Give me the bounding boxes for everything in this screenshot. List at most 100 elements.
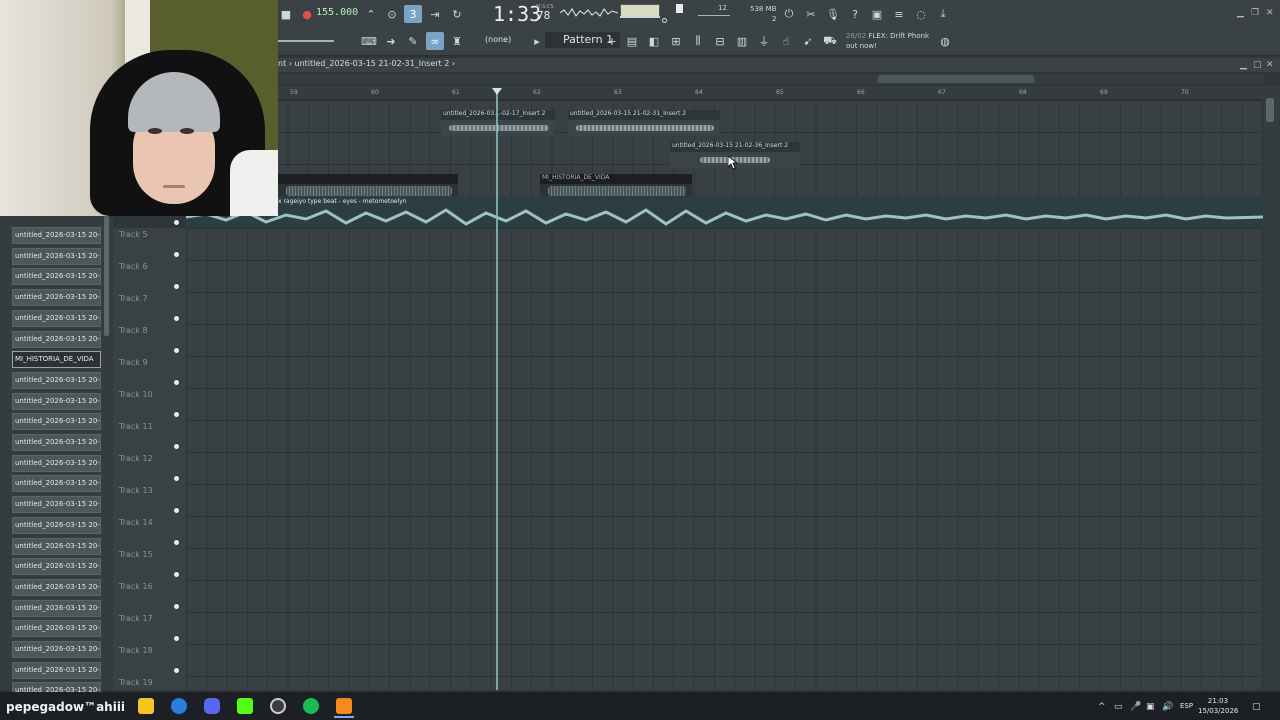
- browser-item[interactable]: untitled_2026-03-15 20-: [12, 599, 101, 617]
- track-mute-icon[interactable]: [174, 444, 179, 449]
- track-mute-icon[interactable]: [174, 316, 179, 321]
- track-mute-icon[interactable]: [174, 636, 179, 641]
- playlist-minimize-icon[interactable]: ▁: [1240, 60, 1247, 70]
- browser-scrollbar[interactable]: [104, 216, 109, 336]
- cart-icon[interactable]: ⛟: [821, 32, 839, 50]
- chat-icon[interactable]: ◌: [912, 5, 930, 23]
- restore-icon[interactable]: ❐: [1251, 8, 1259, 18]
- taskbar-clock[interactable]: 21:03 15/03/2026: [1198, 696, 1238, 716]
- add-pattern-icon[interactable]: +: [603, 32, 621, 50]
- snap-selector[interactable]: (none): [485, 35, 511, 44]
- tray-chevron-icon[interactable]: ^: [1098, 702, 1106, 712]
- record-icon[interactable]: ●: [298, 5, 316, 23]
- horizontal-scrollbar[interactable]: [270, 74, 1263, 84]
- playlist-close-icon[interactable]: ✕: [1266, 60, 1274, 70]
- language-indicator[interactable]: ESP: [1180, 702, 1193, 710]
- track-label[interactable]: Track 6: [119, 262, 148, 271]
- browser-item[interactable]: untitled_2026-03-15 20-: [12, 413, 101, 431]
- browser-item[interactable]: untitled_2026-03-15 20-: [12, 537, 101, 555]
- track-mute-icon[interactable]: [174, 220, 179, 225]
- fl-studio-icon[interactable]: [336, 698, 352, 714]
- news-panel[interactable]: 26/02 FLEX: Drift Phonk out now!: [846, 31, 929, 51]
- track-label[interactable]: Track 18: [119, 646, 153, 655]
- track-mute-icon[interactable]: [174, 508, 179, 513]
- track-label[interactable]: Track 7: [119, 294, 148, 303]
- track-mute-icon[interactable]: [174, 284, 179, 289]
- chrome-icon[interactable]: [171, 698, 187, 714]
- arrow-icon[interactable]: ➜: [382, 32, 400, 50]
- browser-item[interactable]: untitled_2026-03-15 20-: [12, 268, 101, 286]
- track-mute-icon[interactable]: [174, 348, 179, 353]
- browser-item[interactable]: untitled_2026-03-15 20-: [12, 516, 101, 534]
- browser-item[interactable]: untitled_2026-03-15 20-: [12, 558, 101, 576]
- discord-icon[interactable]: [204, 698, 220, 714]
- touch-icon[interactable]: ☝: [777, 32, 795, 50]
- cut-icon[interactable]: ✂: [802, 5, 820, 23]
- track-mute-icon[interactable]: [174, 412, 179, 417]
- track-label[interactable]: Track 14: [119, 518, 153, 527]
- browser-item[interactable]: untitled_2026-03-15 20-: [12, 289, 101, 307]
- track-label[interactable]: Track 19: [119, 678, 153, 687]
- track-mute-icon[interactable]: [174, 668, 179, 673]
- notifications-icon[interactable]: ▢: [1252, 702, 1261, 712]
- plug-icon[interactable]: ⏚: [755, 32, 773, 50]
- microphone-icon[interactable]: 🎙: [824, 5, 842, 23]
- browser-item[interactable]: untitled_2026-03-15 20-: [12, 392, 101, 410]
- track-mute-icon[interactable]: [174, 540, 179, 545]
- kick-icon[interactable]: [237, 698, 253, 714]
- track-label[interactable]: Track 11: [119, 422, 153, 431]
- keyboard-icon[interactable]: ⌨: [360, 32, 378, 50]
- stamp-icon[interactable]: ♜: [448, 32, 466, 50]
- channel-rack-icon[interactable]: ⊞: [667, 32, 685, 50]
- playhead-line[interactable]: [496, 90, 498, 690]
- track-label[interactable]: Track 8: [119, 326, 148, 335]
- power-icon[interactable]: ⏻: [780, 5, 798, 23]
- horizontal-scroll-thumb[interactable]: [878, 75, 1034, 83]
- vertical-scroll-thumb[interactable]: [1266, 98, 1274, 122]
- track-label[interactable]: Track 17: [119, 614, 153, 623]
- bird-icon[interactable]: ➹: [799, 32, 817, 50]
- browser-item[interactable]: untitled_2026-03-15 20-: [12, 620, 101, 638]
- obs-icon[interactable]: [270, 698, 286, 714]
- file-explorer-icon[interactable]: [138, 698, 154, 714]
- browser-item[interactable]: untitled_2026-03-15 20-: [12, 496, 101, 514]
- browser-item[interactable]: untitled_2026-03-15 20-: [12, 454, 101, 472]
- plugin-icon[interactable]: ▥: [733, 32, 751, 50]
- minimize-icon[interactable]: ▁: [1237, 8, 1244, 18]
- browser-item[interactable]: untitled_2026-03-15 20-: [12, 227, 101, 244]
- master-volume-slider[interactable]: [278, 40, 334, 42]
- playhead-marker-icon[interactable]: [492, 88, 502, 95]
- browser-item[interactable]: untitled_2026-03-15 20-: [12, 475, 101, 493]
- tempo-display[interactable]: 155.000: [316, 7, 358, 21]
- breadcrumb-title[interactable]: untitled_2026-03-15 21-02-31_Insert 2: [295, 59, 450, 68]
- link-icon[interactable]: ∞: [426, 32, 444, 50]
- loop-record-icon[interactable]: ↻: [448, 5, 466, 23]
- browser-item[interactable]: untitled_2026-03-15 20-: [12, 247, 101, 265]
- browser-item[interactable]: untitled_2026-03-15 20-: [12, 434, 101, 451]
- track-mute-icon[interactable]: [174, 476, 179, 481]
- browser-item[interactable]: untitled_2026-03-15 20-: [12, 330, 101, 348]
- countdown-icon[interactable]: 3: [404, 5, 422, 23]
- browser-item[interactable]: untitled_2026-03-15 20-: [12, 641, 101, 658]
- pencil-icon[interactable]: ✎: [404, 32, 422, 50]
- piano-roll-icon[interactable]: ◧: [645, 32, 663, 50]
- tray-mic-icon[interactable]: 🎤: [1130, 702, 1141, 712]
- browser-item[interactable]: MI_HISTORIA_DE_VIDA: [12, 351, 101, 369]
- browser-item[interactable]: untitled_2026-03-15 20-: [12, 371, 101, 389]
- tray-volume-icon[interactable]: 🔊: [1162, 702, 1173, 712]
- globe-icon[interactable]: ◍: [936, 32, 954, 50]
- save-icon[interactable]: ▣: [868, 5, 886, 23]
- stop-icon[interactable]: ■: [277, 5, 295, 23]
- track-mute-icon[interactable]: [174, 572, 179, 577]
- browser-item[interactable]: untitled_2026-03-15 20-: [12, 578, 101, 596]
- help-icon[interactable]: ?: [846, 5, 864, 23]
- spotify-icon[interactable]: [303, 698, 319, 714]
- track-label[interactable]: Track 10: [119, 390, 153, 399]
- track-label[interactable]: Track 12: [119, 454, 153, 463]
- volume-slider[interactable]: [620, 16, 660, 18]
- track-label[interactable]: Track 15: [119, 550, 153, 559]
- track-mute-icon[interactable]: [174, 604, 179, 609]
- mixer-icon[interactable]: ≡: [890, 5, 908, 23]
- download-icon[interactable]: ⤓: [934, 5, 952, 23]
- playlist-icon[interactable]: ▤: [623, 32, 641, 50]
